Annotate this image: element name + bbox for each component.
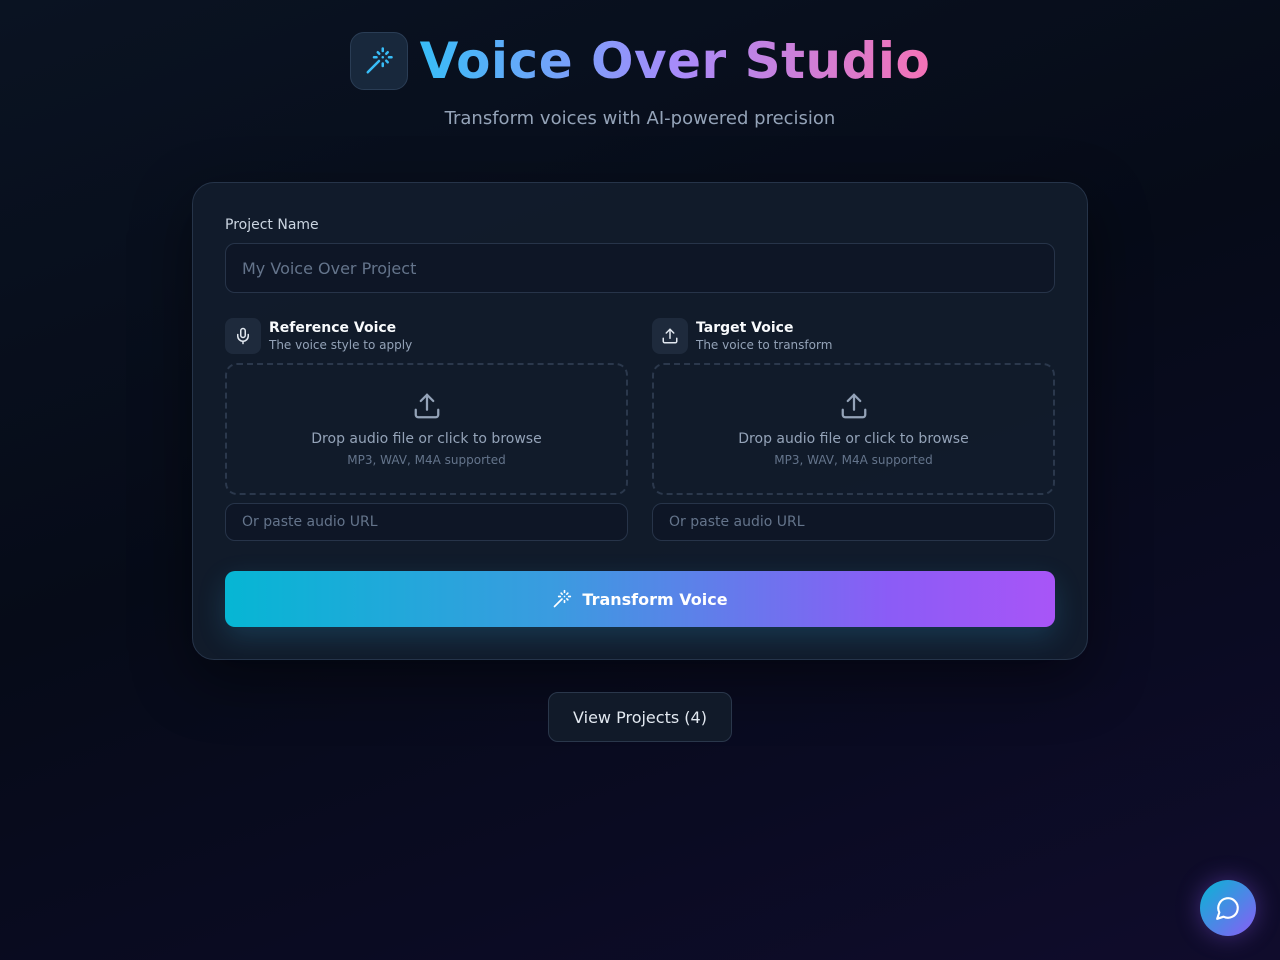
microphone-icon bbox=[237, 327, 249, 345]
upload-icon bbox=[841, 393, 866, 419]
target-voice-icon-box bbox=[652, 318, 688, 354]
chat-button[interactable] bbox=[1200, 880, 1256, 936]
project-name-label: Project Name bbox=[225, 217, 319, 233]
magic-wand-icon bbox=[366, 47, 393, 74]
reference-voice-description: The voice style to apply bbox=[269, 338, 413, 352]
reference-voice-icon-box bbox=[225, 318, 261, 354]
reference-voice-title: Reference Voice bbox=[269, 320, 397, 336]
reference-drop-formats: MP3, WAV, M4A supported bbox=[347, 453, 506, 467]
transform-voice-label: Transform Voice bbox=[582, 589, 728, 609]
project-name-input[interactable] bbox=[225, 243, 1055, 293]
reference-voice-dropzone[interactable]: Drop audio file or click to browse MP3, … bbox=[225, 363, 628, 495]
target-url-input[interactable] bbox=[652, 503, 1055, 541]
reference-drop-text: Drop audio file or click to browse bbox=[311, 431, 542, 447]
target-voice-text: Target Voice The voice to transform bbox=[696, 319, 832, 353]
upload-icon bbox=[662, 328, 678, 344]
target-voice-section: Target Voice The voice to transform Drop… bbox=[652, 317, 1055, 541]
target-voice-description: The voice to transform bbox=[696, 338, 833, 352]
view-projects-button[interactable]: View Projects (4) bbox=[548, 692, 732, 742]
target-drop-text: Drop audio file or click to browse bbox=[738, 431, 969, 447]
title-row: Voice Over Studio bbox=[349, 32, 931, 90]
reference-voice-section: Reference Voice The voice style to apply… bbox=[225, 317, 628, 541]
target-drop-formats: MP3, WAV, M4A supported bbox=[774, 453, 933, 467]
transform-voice-button[interactable]: Transform Voice bbox=[225, 571, 1055, 627]
target-voice-title: Target Voice bbox=[696, 320, 794, 336]
target-voice-header: Target Voice The voice to transform bbox=[652, 317, 1055, 355]
reference-voice-header: Reference Voice The voice style to apply bbox=[225, 317, 628, 355]
magic-wand-icon bbox=[554, 589, 572, 608]
page-header: Voice Over Studio Transform voices with … bbox=[0, 32, 1280, 129]
reference-url-input[interactable] bbox=[225, 503, 628, 541]
reference-voice-text: Reference Voice The voice style to apply bbox=[269, 319, 412, 353]
chat-bubble-icon bbox=[1216, 897, 1239, 920]
logo bbox=[349, 32, 408, 90]
target-voice-dropzone[interactable]: Drop audio file or click to browse MP3, … bbox=[652, 363, 1055, 495]
voice-form-card: Project Name Reference Voice The voice s… bbox=[192, 182, 1088, 660]
page-subtitle: Transform voices with AI-powered precisi… bbox=[444, 108, 836, 129]
page-title: Voice Over Studio bbox=[419, 32, 931, 90]
upload-icon bbox=[414, 393, 439, 419]
